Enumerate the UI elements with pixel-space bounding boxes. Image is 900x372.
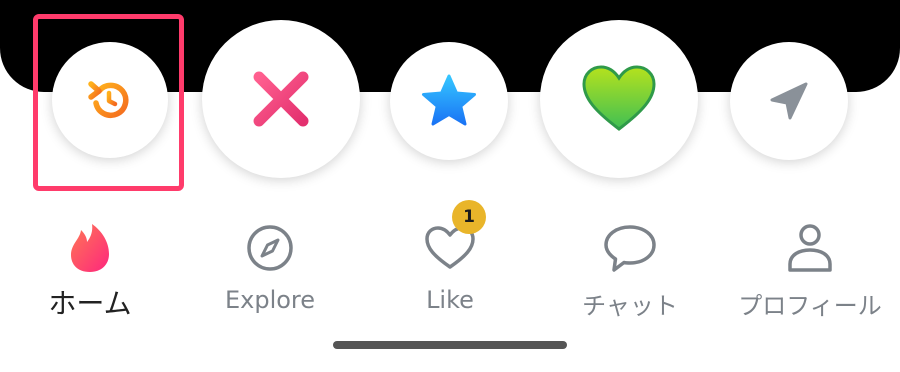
super-like-button[interactable] [390, 42, 508, 160]
nope-button[interactable] [202, 20, 360, 178]
tab-explore[interactable]: Explore [210, 222, 330, 332]
star-icon [422, 74, 476, 126]
rewind-icon [88, 81, 129, 119]
tab-profile-label: プロフィール [738, 292, 882, 320]
x-icon [253, 71, 309, 127]
heart-icon [582, 65, 656, 131]
like-button[interactable] [540, 20, 698, 178]
home-indicator[interactable] [333, 341, 567, 349]
tab-like-label: Like [426, 286, 474, 314]
tab-like[interactable]: 1 Like [390, 200, 510, 332]
tab-chat[interactable]: チャット [560, 222, 700, 332]
chat-bubble-icon [604, 225, 656, 272]
compass-icon [247, 225, 293, 271]
flame-icon [71, 224, 109, 272]
tab-home-label: ホーム [48, 287, 132, 320]
boost-button[interactable] [730, 42, 848, 160]
like-count-badge: 1 [452, 200, 486, 234]
tab-home[interactable]: ホーム [30, 222, 150, 332]
send-icon [770, 82, 808, 120]
rewind-button[interactable] [52, 42, 168, 158]
person-icon [788, 224, 832, 272]
tab-chat-label: チャット [582, 292, 678, 320]
tab-explore-label: Explore [224, 286, 316, 314]
tab-profile[interactable]: プロフィール [725, 222, 895, 332]
